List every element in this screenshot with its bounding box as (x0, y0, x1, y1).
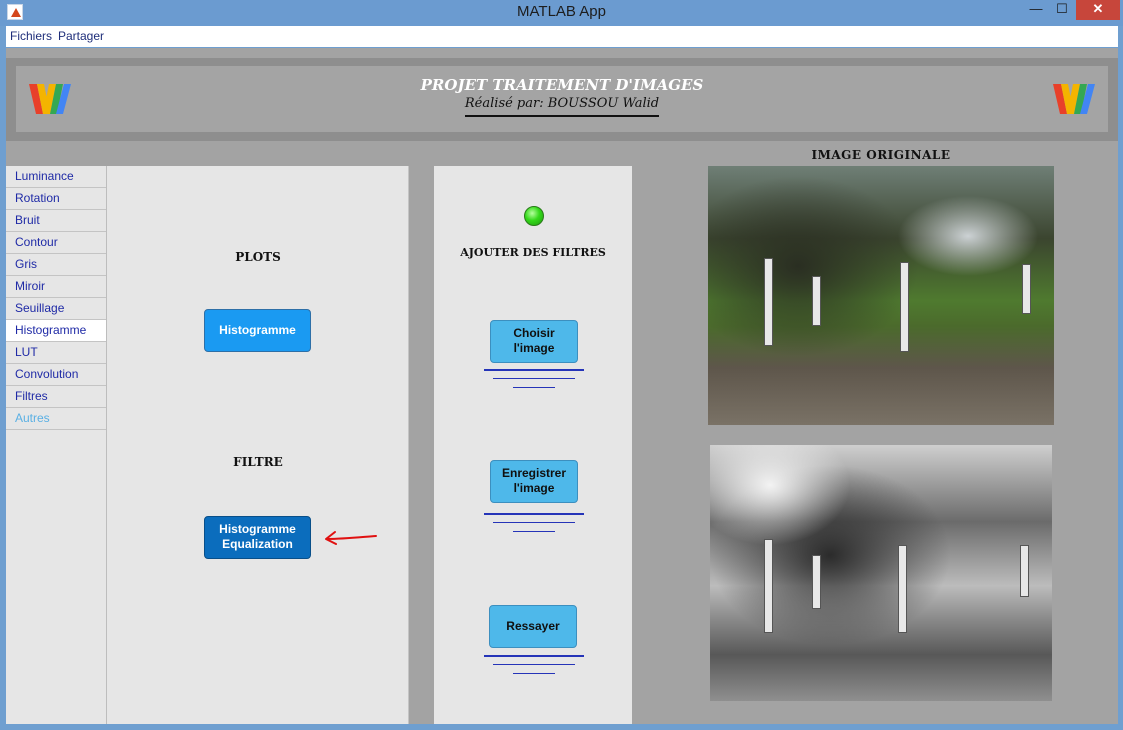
tab-seuillage[interactable]: Seuillage (6, 298, 106, 320)
close-icon[interactable]: ✕ (1076, 0, 1120, 20)
tab-miroir[interactable]: Miroir (6, 276, 106, 298)
tab-autres[interactable]: Autres (6, 408, 106, 430)
menu-bar: Fichiers Partager (6, 26, 1118, 47)
app-client-area: PROJET TRAITEMENT D'IMAGES Réalisé par: … (6, 48, 1118, 724)
histogram-panel: PLOTS Histogramme FILTRE Histogramme Equ… (107, 166, 409, 724)
tab-list: Luminance Rotation Bruit Contour Gris Mi… (6, 166, 107, 724)
status-led-icon (524, 206, 544, 226)
image-detail (1022, 264, 1031, 314)
save-image-button[interactable]: Enregistrer l'image (490, 460, 578, 503)
image-detail (898, 545, 907, 633)
image-detail (900, 262, 909, 352)
retry-button-label: Ressayer (506, 619, 560, 633)
image-detail (1020, 545, 1029, 597)
image-detail (764, 258, 773, 346)
project-title: PROJET TRAITEMENT D'IMAGES (420, 76, 704, 94)
original-image (708, 166, 1054, 425)
window-title: MATLAB App (517, 3, 606, 20)
tab-lut[interactable]: LUT (6, 342, 106, 364)
red-arrow-annotation (325, 531, 377, 545)
choose-underline-decoration (484, 369, 584, 389)
choose-image-button[interactable]: Choisir l'image (490, 320, 578, 363)
tab-bruit[interactable]: Bruit (6, 210, 106, 232)
tab-gris[interactable]: Gris (6, 254, 106, 276)
equalization-label-line2: Equalization (222, 537, 293, 551)
tab-filtres[interactable]: Filtres (6, 386, 106, 408)
processed-image (710, 445, 1052, 701)
choose-image-line2: l'image (513, 341, 555, 355)
filter-label: FILTRE (233, 455, 283, 469)
retry-button[interactable]: Ressayer (489, 605, 577, 648)
title-bar: MATLAB App — ☐ ✕ (0, 0, 1123, 26)
project-author: Réalisé par: BOUSSOU Walid (464, 96, 660, 111)
author-underline (465, 115, 659, 117)
tab-histogramme[interactable]: Histogramme (6, 320, 106, 342)
save-image-line1: Enregistrer (501, 466, 567, 480)
tab-contour[interactable]: Contour (6, 232, 106, 254)
tab-luminance[interactable]: Luminance (6, 166, 106, 188)
retry-underline-decoration (484, 655, 584, 675)
save-underline-decoration (484, 513, 584, 533)
maximize-icon[interactable]: ☐ (1049, 0, 1075, 20)
image-detail (812, 276, 821, 326)
menu-partager[interactable]: Partager (58, 29, 104, 43)
header-banner: PROJET TRAITEMENT D'IMAGES Réalisé par: … (6, 58, 1118, 141)
image-detail (812, 555, 821, 609)
histogram-button-label: Histogramme (219, 323, 296, 337)
histogram-button[interactable]: Histogramme (204, 309, 311, 352)
actions-panel: AJOUTER DES FILTRES Choisir l'image Enre… (434, 166, 632, 724)
histogram-equalization-button[interactable]: Histogramme Equalization (204, 516, 311, 559)
menu-fichiers[interactable]: Fichiers (10, 29, 52, 43)
header-panel: PROJET TRAITEMENT D'IMAGES Réalisé par: … (16, 66, 1108, 132)
tab-convolution[interactable]: Convolution (6, 364, 106, 386)
tab-rotation[interactable]: Rotation (6, 188, 106, 210)
add-filters-label: AJOUTER DES FILTRES (460, 246, 606, 259)
choose-image-line1: Choisir (513, 326, 555, 340)
save-image-line2: l'image (513, 481, 555, 495)
original-image-label: IMAGE ORIGINALE (811, 148, 951, 162)
image-detail (764, 539, 773, 633)
w-logo-icon (1053, 84, 1095, 114)
equalization-label-line1: Histogramme (219, 522, 296, 536)
minimize-icon[interactable]: — (1023, 0, 1049, 20)
plots-label: PLOTS (235, 250, 281, 264)
